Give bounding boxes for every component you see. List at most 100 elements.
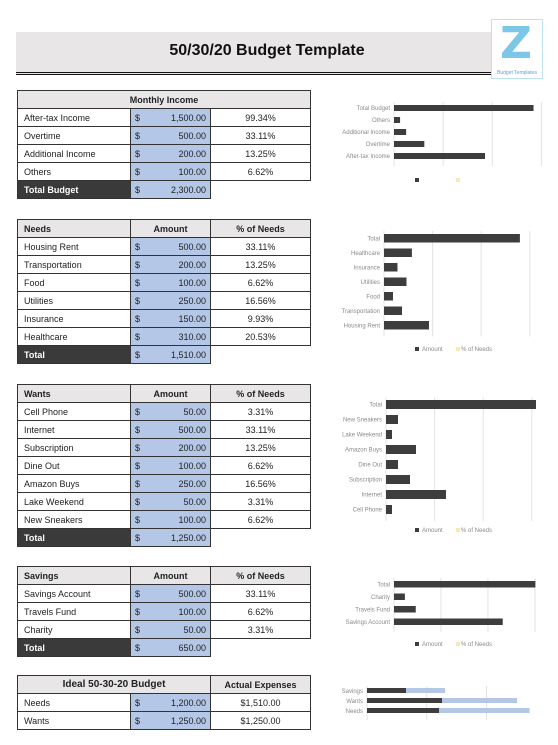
amount-value: 1,250.00 [170,715,206,726]
row-label: Savings Account [17,584,131,603]
amount-cell[interactable]: $1,510.00 [130,345,211,364]
category-label: Housing Rent [344,323,381,329]
amount-value: 100.00 [178,277,206,288]
percent-cell: 6.62% [210,510,311,529]
currency-symbol: $ [135,478,141,489]
amount-cell[interactable]: $100.00 [130,273,211,292]
amount-cell[interactable]: $200.00 [130,438,211,457]
amount-cell[interactable]: $1,500.00 [130,108,211,127]
bar-amount [394,117,401,123]
legend-swatch-amount [415,642,419,646]
category-label: Total Budget [357,106,391,112]
page-title: 50/30/20 Budget Template [169,42,365,59]
currency-symbol: $ [135,715,141,726]
table-row: Internet $500.00 33.11% [17,420,311,439]
amount-cell[interactable]: $2,300.00 [130,180,211,199]
amount-cell[interactable]: $100.00 [130,602,211,621]
savings-table: Savings Amount % of Needs Savings Accoun… [17,566,311,657]
amount-cell[interactable]: $50.00 [130,620,211,639]
row-label: Needs [17,693,131,712]
legend-label-pct: % of Needs [461,347,492,353]
bar-amount [394,606,416,613]
table-row: Amazon Buys $250.00 16.56% [17,474,311,493]
bar-amount [394,105,534,111]
category-label: Savings [342,689,363,695]
amount-value: 250.00 [178,478,206,489]
amount-value: 100.00 [178,460,206,471]
table-header: Needs [17,219,131,238]
amount-cell[interactable]: $50.00 [130,492,211,511]
currency-symbol: $ [135,406,141,417]
amount-cell[interactable]: $200.00 [130,255,211,274]
amount-cell[interactable]: $500.00 [130,126,211,145]
category-label: Utilities [361,280,380,286]
amount-value: 200.00 [178,148,206,159]
total-row: Total Budget $2,300.00 [17,180,311,199]
amount-cell[interactable]: $200.00 [130,144,211,163]
percent-cell: 13.25% [210,255,311,274]
row-label: Wants [17,711,131,730]
amount-value: 650.00 [178,642,206,653]
bar-amount [384,263,398,272]
table-row: Housing Rent $500.00 33.11% [17,237,311,256]
currency-symbol: $ [135,241,141,252]
category-label: Transportation [342,309,380,315]
table-row: Needs $1,200.00 $1,510.00 [17,693,311,712]
category-label: Internet [362,493,383,499]
amount-value: 50.00 [183,406,206,417]
table-row: Dine Out $100.00 6.62% [17,456,311,475]
bar-actual [439,708,530,713]
amount-cell[interactable]: $100.00 [130,162,211,181]
percent-cell: 13.25% [210,144,311,163]
bar-amount [394,581,536,588]
table-header: Amount [130,566,211,585]
category-label: After-tax Income [346,154,391,160]
currency-symbol: $ [135,514,141,525]
percent-cell: 16.56% [210,474,311,493]
legend-label-amount: Amount [422,528,443,534]
table-header: % of Needs [210,566,311,585]
amount-value: 200.00 [178,259,206,270]
table-header: Wants [17,384,131,403]
amount-value: 1,250.00 [170,532,206,543]
currency-symbol: $ [135,606,141,617]
category-label: Savings Account [346,620,391,626]
category-label: Total [377,582,390,588]
amount-value: 500.00 [178,424,206,435]
amount-cell[interactable]: $50.00 [130,402,211,421]
amount-cell[interactable]: $1,200.00 [130,693,211,712]
amount-cell[interactable]: $1,250.00 [130,711,211,730]
amount-value: 100.00 [178,606,206,617]
currency-symbol: $ [135,642,141,653]
table-header: Amount [130,219,211,238]
amount-cell[interactable]: $150.00 [130,309,211,328]
currency-symbol: $ [135,496,141,507]
amount-cell[interactable]: $100.00 [130,456,211,475]
amount-cell[interactable]: $310.00 [130,327,211,346]
table-header: % of Needs [210,384,311,403]
category-label: Dine Out [358,463,382,469]
table-header: Actual Expenses [210,675,311,694]
amount-value: 500.00 [178,588,206,599]
amount-cell[interactable]: $500.00 [130,237,211,256]
table-row: New Sneakers $100.00 6.62% [17,510,311,529]
bar-amount [384,306,402,315]
category-label: Charity [371,595,390,601]
amount-cell[interactable]: $500.00 [130,584,211,603]
row-label: After-tax Income [17,108,131,127]
bar-ideal [367,708,439,713]
amount-cell[interactable]: $1,250.00 [130,528,211,547]
amount-cell[interactable]: $650.00 [130,638,211,657]
amount-value: 1,500.00 [170,112,206,123]
amount-cell[interactable]: $100.00 [130,510,211,529]
percent-cell: 9.93% [210,309,311,328]
amount-cell[interactable]: $500.00 [130,420,211,439]
amount-cell[interactable]: $250.00 [130,474,211,493]
bar-amount [386,430,392,439]
amount-cell[interactable]: $250.00 [130,291,211,310]
currency-symbol: $ [135,166,141,177]
percent-cell: 16.56% [210,291,311,310]
needs-table: Needs Amount % of Needs Housing Rent $500… [17,219,311,364]
legend-label-pct: % of Needs [461,642,492,648]
table-row: Additional Income $200.00 13.25% [17,144,311,163]
